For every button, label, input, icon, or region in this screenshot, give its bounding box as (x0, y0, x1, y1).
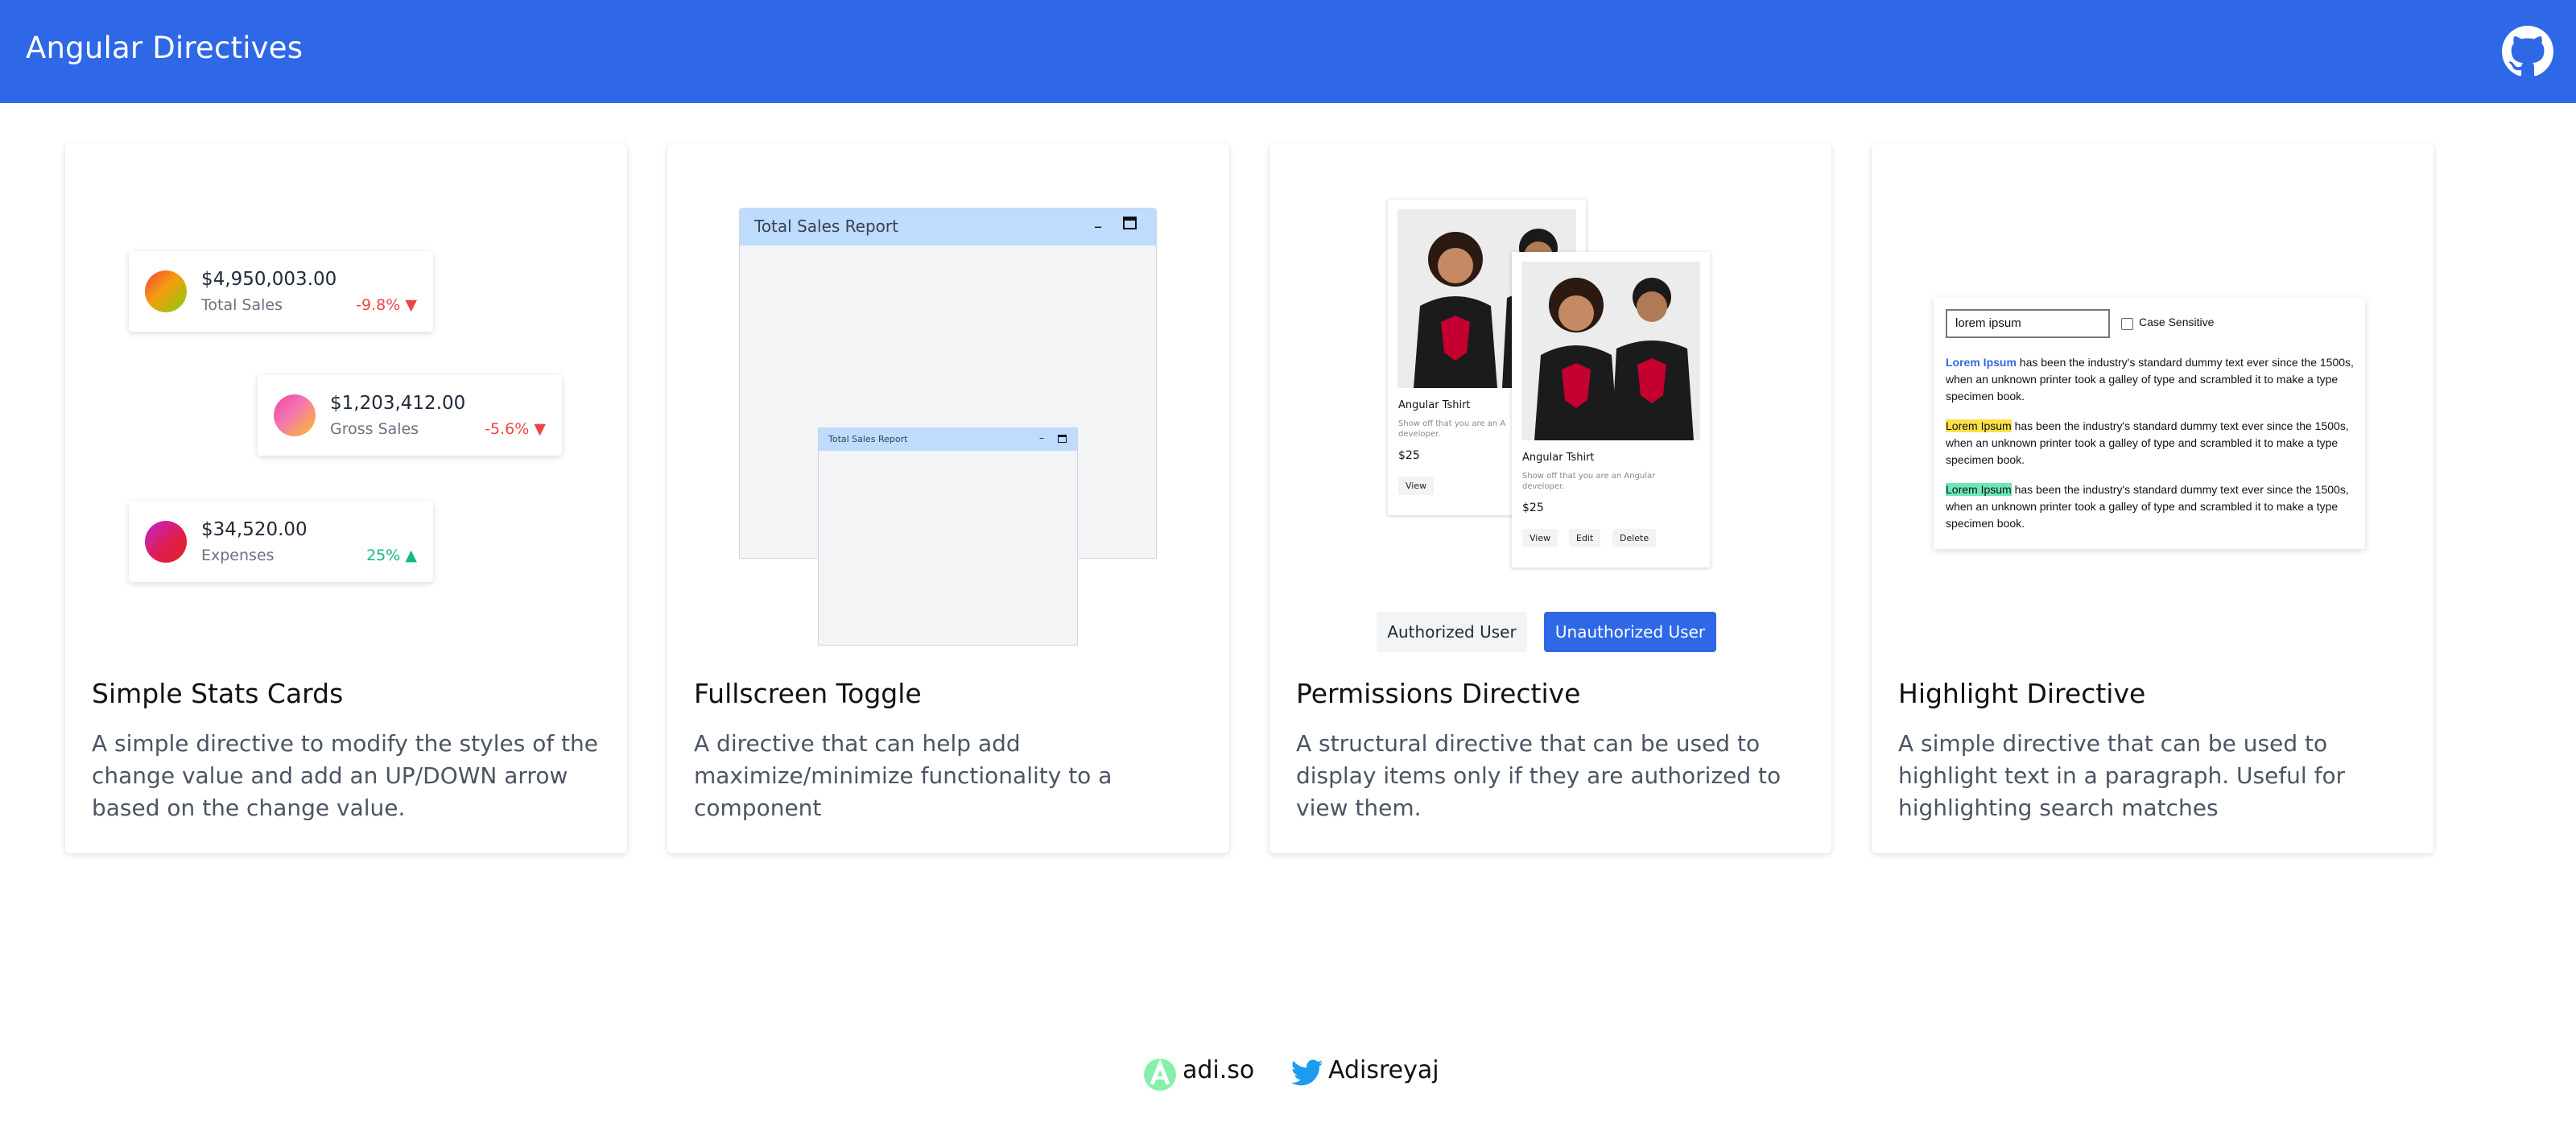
permissions-preview: Angular Tshirt Show off that you are an … (1269, 143, 1831, 658)
site-label: adi.so (1183, 1056, 1255, 1084)
card-description: A simple directive to modify the styles … (92, 730, 599, 821)
twitter-label: Adisreyaj (1328, 1056, 1439, 1084)
card-permissions[interactable]: Angular Tshirt Show off that you are an … (1269, 143, 1831, 853)
delete-button[interactable]: Delete (1612, 529, 1657, 547)
stat-label: Gross Sales (330, 420, 419, 438)
edit-button[interactable]: Edit (1569, 529, 1601, 547)
github-icon[interactable] (2502, 26, 2553, 77)
arrow-down-icon: ▼ (405, 296, 417, 314)
card-description: A directive that can help add maximize/m… (694, 730, 1113, 821)
stats-preview: $4,950,003.00 Total Sales -9.8% ▼ $1,203… (65, 143, 627, 658)
product-price: $25 (1398, 449, 1420, 462)
maximize-icon[interactable] (1058, 435, 1067, 443)
arrow-up-icon: ▲ (405, 547, 417, 564)
stat-card-expenses: $34,520.00 Expenses 25% ▲ (129, 502, 433, 582)
angular-logo-icon (1144, 1059, 1176, 1091)
paragraph-blue-highlight: Lorem Ipsum has been the industry's stan… (1946, 356, 2354, 402)
product-card: Angular Tshirt Show off that you are an … (1512, 252, 1710, 568)
authorized-user-button[interactable]: Authorized User (1377, 612, 1527, 652)
arrow-down-icon: ▼ (534, 420, 546, 438)
app-title: Angular Directives (26, 31, 303, 65)
stat-change: 25% ▲ (366, 547, 417, 564)
view-button[interactable]: View (1398, 477, 1435, 495)
card-simple-stats[interactable]: $4,950,003.00 Total Sales -9.8% ▼ $1,203… (65, 143, 627, 853)
window-titlebar: Total Sales Report – (819, 428, 1077, 451)
small-window: Total Sales Report – (818, 427, 1078, 646)
stat-label: Total Sales (201, 296, 283, 314)
stat-avatar (145, 270, 187, 312)
card-title: Fullscreen Toggle (694, 678, 922, 709)
search-input[interactable]: lorem ipsum (1946, 309, 2110, 338)
top-navbar: Angular Directives (0, 0, 2576, 103)
stat-change: -9.8% ▼ (356, 296, 417, 314)
window-title: Total Sales Report (754, 217, 898, 236)
stat-amount: $4,950,003.00 (201, 269, 337, 290)
card-highlight[interactable]: lorem ipsum Case Sensitive Lorem Ipsum h… (1872, 143, 2434, 853)
product-name: Angular Tshirt (1522, 452, 1595, 464)
minimize-icon[interactable]: – (1094, 217, 1102, 236)
minimize-icon[interactable]: – (1039, 432, 1044, 444)
card-description: A simple directive that can be used to h… (1898, 730, 2346, 821)
window-title: Total Sales Report (828, 434, 908, 444)
stat-amount: $34,520.00 (201, 519, 308, 540)
highlight-panel: lorem ipsum Case Sensitive Lorem Ipsum h… (1934, 298, 2365, 549)
fullscreen-preview: Total Sales Report – Total Sales Report … (667, 143, 1229, 658)
product-name: Angular Tshirt (1398, 399, 1471, 411)
card-title: Simple Stats Cards (92, 678, 344, 709)
paragraph-green-highlight: Lorem Ipsum has been the industry's stan… (1946, 483, 2349, 530)
unauthorized-user-button[interactable]: Unauthorized User (1544, 612, 1716, 652)
window-titlebar: Total Sales Report – (740, 208, 1156, 246)
card-title: Highlight Directive (1898, 678, 2146, 709)
paragraph-yellow-highlight: Lorem Ipsum has been the industry's stan… (1946, 419, 2349, 466)
highlight-match: Lorem Ipsum (1946, 483, 2012, 496)
maximize-icon[interactable] (1123, 217, 1137, 229)
tshirt-image (1521, 262, 1700, 440)
stat-amount: $1,203,412.00 (330, 393, 466, 414)
card-fullscreen-toggle[interactable]: Total Sales Report – Total Sales Report … (667, 143, 1229, 853)
twitter-icon (1291, 1059, 1323, 1086)
stat-label: Expenses (201, 547, 275, 564)
product-description: Show off that you are an A developer. (1398, 419, 1506, 439)
stat-card-total-sales: $4,950,003.00 Total Sales -9.8% ▼ (129, 251, 433, 332)
stat-avatar (145, 521, 187, 563)
case-sensitive-checkbox[interactable] (2121, 318, 2133, 330)
stat-card-gross-sales: $1,203,412.00 Gross Sales -5.6% ▼ (258, 375, 562, 456)
checkbox-label: Case Sensitive (2139, 316, 2215, 328)
highlight-preview: lorem ipsum Case Sensitive Lorem Ipsum h… (1872, 143, 2434, 658)
product-description: Show off that you are an Angular develop… (1522, 472, 1656, 491)
view-button[interactable]: View (1522, 529, 1558, 547)
stat-change: -5.6% ▼ (485, 420, 546, 438)
card-description: A structural directive that can be used … (1296, 730, 1781, 821)
highlight-match: Lorem Ipsum (1946, 356, 2017, 369)
product-price: $25 (1522, 502, 1544, 514)
card-title: Permissions Directive (1296, 678, 1581, 709)
highlight-match: Lorem Ipsum (1946, 419, 2012, 432)
stat-avatar (274, 394, 316, 436)
